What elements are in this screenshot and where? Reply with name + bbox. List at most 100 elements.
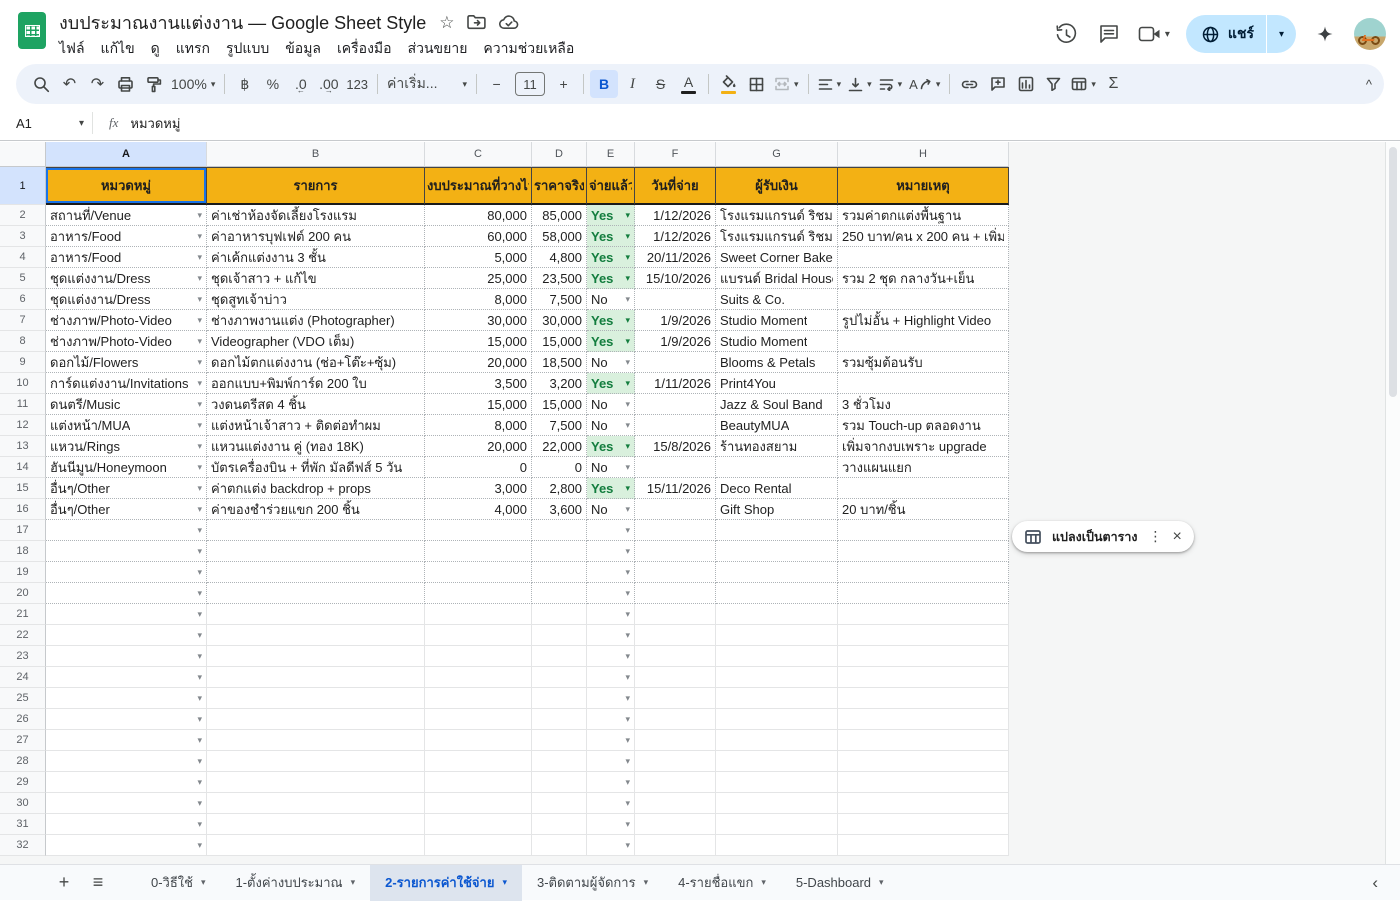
col-header-F[interactable]: F	[635, 142, 716, 167]
insert-chart-button[interactable]	[1012, 70, 1039, 98]
cell-E11[interactable]: No▾	[587, 394, 635, 415]
cell-E6[interactable]: No▾	[587, 289, 635, 310]
cell-G11[interactable]: Jazz & Soul Band	[716, 394, 838, 415]
scrollbar-thumb[interactable]	[1389, 147, 1397, 397]
cell-G19[interactable]	[716, 562, 838, 583]
chevron-down-icon[interactable]: ▾	[1165, 29, 1170, 40]
cell-F25[interactable]	[635, 688, 716, 709]
cell-C9[interactable]: 20,000	[425, 352, 532, 373]
cell-D30[interactable]	[532, 793, 587, 814]
cell-D12[interactable]: 7,500	[532, 415, 587, 436]
cell-F10[interactable]: 1/11/2026	[635, 373, 716, 394]
cell-G18[interactable]	[716, 541, 838, 562]
cell-C22[interactable]	[425, 625, 532, 646]
cell-G9[interactable]: Blooms & Petals	[716, 352, 838, 373]
cell-D13[interactable]: 22,000	[532, 436, 587, 457]
cell-F19[interactable]	[635, 562, 716, 583]
functions-button[interactable]: Σ	[1100, 70, 1127, 98]
cell-F12[interactable]	[635, 415, 716, 436]
cell-E17[interactable]: ▾	[587, 520, 635, 541]
cell-F7[interactable]: 1/9/2026	[635, 310, 716, 331]
row-header-27[interactable]: 27	[0, 730, 46, 751]
sheet-tab-5[interactable]: 5-Dashboard▾	[781, 865, 899, 901]
currency-format-button[interactable]: ฿	[231, 70, 258, 98]
cell-E32[interactable]: ▾	[587, 835, 635, 856]
cell-G2[interactable]: โรงแรมแกรนด์ ริชมอน	[716, 205, 838, 226]
cell-C29[interactable]	[425, 772, 532, 793]
cell-E25[interactable]: ▾	[587, 688, 635, 709]
row-header-19[interactable]: 19	[0, 562, 46, 583]
cell-D29[interactable]	[532, 772, 587, 793]
row-header-13[interactable]: 13	[0, 436, 46, 457]
cell-E30[interactable]: ▾	[587, 793, 635, 814]
cell-C5[interactable]: 25,000	[425, 268, 532, 289]
cell-A1[interactable]: หมวดหมู่	[46, 167, 207, 205]
cell-C27[interactable]	[425, 730, 532, 751]
col-header-C[interactable]: C	[425, 142, 532, 167]
cell-E9[interactable]: No▾	[587, 352, 635, 373]
cell-B26[interactable]	[207, 709, 425, 730]
cell-A16[interactable]: อื่นๆ/Other▾	[46, 499, 207, 520]
vertical-align-button[interactable]: ▾	[845, 70, 875, 98]
row-header-12[interactable]: 12	[0, 415, 46, 436]
all-sheets-button[interactable]: ≡	[84, 869, 112, 897]
meet-button[interactable]: ▾	[1138, 25, 1170, 43]
cell-B21[interactable]	[207, 604, 425, 625]
font-family-select[interactable]: ค่าเริ่ม...▾	[384, 70, 470, 98]
cell-D20[interactable]	[532, 583, 587, 604]
cell-E10[interactable]: Yes▾	[587, 373, 635, 394]
cell-A11[interactable]: ดนตรี/Music▾	[46, 394, 207, 415]
cell-F21[interactable]	[635, 604, 716, 625]
cell-E15[interactable]: Yes▾	[587, 478, 635, 499]
cell-E5[interactable]: Yes▾	[587, 268, 635, 289]
sheet-tab-2[interactable]: 2-รายการค่าใช้จ่าย▾	[370, 865, 522, 901]
cell-F2[interactable]: 1/12/2026	[635, 205, 716, 226]
cell-F5[interactable]: 15/10/2026	[635, 268, 716, 289]
row-header-17[interactable]: 17	[0, 520, 46, 541]
cell-C1[interactable]: งบประมาณที่วางไว้	[425, 167, 532, 205]
cell-C10[interactable]: 3,500	[425, 373, 532, 394]
cell-C30[interactable]	[425, 793, 532, 814]
sheet-tab-3[interactable]: 3-ติดตามผู้จัดการ▾	[522, 865, 663, 901]
cell-G6[interactable]: Suits & Co.	[716, 289, 838, 310]
cell-B5[interactable]: ชุดเจ้าสาว + แก้ไข	[207, 268, 425, 289]
cell-H9[interactable]: รวมซุ้มต้อนรับ	[838, 352, 1009, 373]
comments-icon[interactable]	[1096, 21, 1122, 47]
cell-G8[interactable]: Studio Moment	[716, 331, 838, 352]
cell-F3[interactable]: 1/12/2026	[635, 226, 716, 247]
cell-G20[interactable]	[716, 583, 838, 604]
cell-H14[interactable]: วางแผนแยก	[838, 457, 1009, 478]
cell-C25[interactable]	[425, 688, 532, 709]
cell-F1[interactable]: วันที่จ่าย	[635, 167, 716, 205]
cell-F24[interactable]	[635, 667, 716, 688]
row-header-31[interactable]: 31	[0, 814, 46, 835]
cell-E12[interactable]: No▾	[587, 415, 635, 436]
cell-B30[interactable]	[207, 793, 425, 814]
cell-B20[interactable]	[207, 583, 425, 604]
cell-H25[interactable]	[838, 688, 1009, 709]
decrease-decimal-button[interactable]: .0←	[287, 70, 314, 98]
cell-F20[interactable]	[635, 583, 716, 604]
cell-H28[interactable]	[838, 751, 1009, 772]
cell-C14[interactable]: 0	[425, 457, 532, 478]
cell-E7[interactable]: Yes▾	[587, 310, 635, 331]
zoom-select[interactable]: 100%▾	[168, 70, 218, 98]
cell-E29[interactable]: ▾	[587, 772, 635, 793]
row-header-18[interactable]: 18	[0, 541, 46, 562]
cell-C13[interactable]: 20,000	[425, 436, 532, 457]
cell-A7[interactable]: ช่างภาพ/Photo-Video▾	[46, 310, 207, 331]
cell-G15[interactable]: Deco Rental	[716, 478, 838, 499]
cell-H26[interactable]	[838, 709, 1009, 730]
cell-H17[interactable]	[838, 520, 1009, 541]
cell-A24[interactable]: ▾	[46, 667, 207, 688]
cell-A19[interactable]: ▾	[46, 562, 207, 583]
cell-D11[interactable]: 15,000	[532, 394, 587, 415]
row-header-15[interactable]: 15	[0, 478, 46, 499]
cell-A22[interactable]: ▾	[46, 625, 207, 646]
cell-F11[interactable]	[635, 394, 716, 415]
cell-D5[interactable]: 23,500	[532, 268, 587, 289]
formula-input[interactable]: หมวดหมู่	[130, 113, 180, 134]
menu-item-1[interactable]: แก้ไข	[93, 36, 143, 62]
cell-E16[interactable]: No▾	[587, 499, 635, 520]
cell-C3[interactable]: 60,000	[425, 226, 532, 247]
